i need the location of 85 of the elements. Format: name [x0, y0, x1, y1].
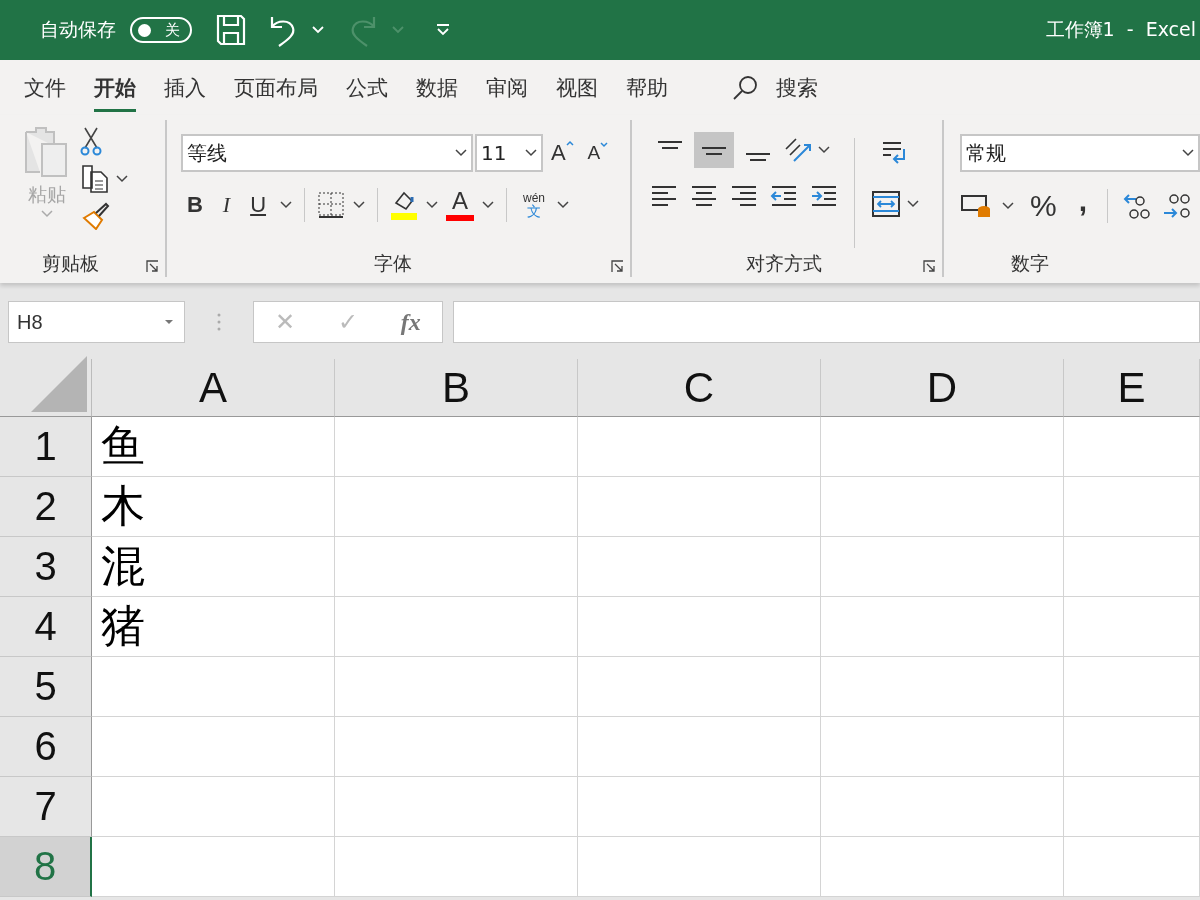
column-header[interactable]: B [335, 359, 578, 417]
row-header[interactable]: 6 [0, 717, 92, 777]
row-header[interactable]: 7 [0, 777, 92, 837]
caret-icon[interactable] [280, 201, 292, 209]
caret-icon[interactable] [906, 200, 919, 208]
increase-decimal-icon[interactable] [1122, 191, 1153, 221]
borders-icon[interactable] [317, 191, 345, 219]
caret-icon[interactable] [1002, 202, 1014, 210]
decrease-indent-icon[interactable] [769, 184, 798, 208]
phonetic-guide-button[interactable]: wén 文 [519, 192, 550, 218]
ribbon-tab[interactable]: 公式 [332, 67, 402, 108]
table-cell: 木 [92, 477, 335, 537]
ribbon-tab[interactable]: 文件 [10, 67, 80, 108]
ribbon-tab[interactable]: 数据 [402, 67, 472, 108]
paintbrush-icon[interactable] [80, 202, 110, 230]
shrink-font-button[interactable]: A [581, 142, 615, 164]
vertical-align-button[interactable] [693, 132, 734, 168]
column-header[interactable]: A [92, 359, 335, 417]
caret-icon[interactable] [524, 149, 537, 157]
window-title: 工作簿1 - Excel [1045, 17, 1196, 42]
insert-function-button[interactable]: fx [394, 307, 427, 337]
ribbon-tab[interactable]: 视图 [542, 67, 612, 108]
row-header[interactable]: 5 [0, 657, 92, 717]
dialog-launcher-icon[interactable] [923, 260, 936, 273]
scissors-icon[interactable] [80, 126, 102, 156]
align-center-icon[interactable] [689, 184, 718, 208]
formula-input[interactable] [453, 301, 1200, 343]
ribbon-tab[interactable]: 插入 [150, 67, 220, 108]
underline-button[interactable]: U [244, 192, 272, 218]
currency-icon[interactable] [960, 192, 992, 220]
autosave-label: 自动保存 [40, 17, 116, 42]
percent-button[interactable]: % [1024, 189, 1063, 223]
caret-icon[interactable] [116, 175, 128, 183]
ribbon-tab[interactable]: 页面布局 [220, 67, 332, 108]
dialog-launcher-icon[interactable] [610, 260, 624, 273]
customize-toolbar-icon[interactable] [436, 23, 450, 37]
save-icon[interactable] [216, 14, 246, 46]
table-cell: 混 [92, 537, 335, 597]
ribbon-tab[interactable]: 帮助 [612, 67, 682, 108]
increase-indent-icon[interactable] [809, 184, 838, 208]
search-icon[interactable] [732, 74, 758, 101]
caret-icon[interactable] [164, 319, 174, 325]
copy-icon[interactable] [80, 164, 110, 194]
caret-icon [600, 142, 609, 148]
bold-button[interactable]: B [180, 192, 209, 218]
group-label: 字体 [373, 251, 414, 276]
align-left-icon[interactable] [649, 184, 678, 208]
column-header[interactable]: D [821, 359, 1064, 417]
caret-up-icon [565, 140, 574, 146]
grow-font-button[interactable]: A [544, 140, 580, 166]
fill-color-icon[interactable] [390, 189, 418, 221]
align-right-icon[interactable] [729, 184, 758, 208]
font-name-dropdown[interactable]: 等线 [180, 134, 473, 172]
decrease-decimal-icon[interactable] [1162, 191, 1193, 221]
column-header[interactable]: C [578, 359, 821, 417]
table-cell: 猪 [92, 597, 335, 657]
ribbon-tab[interactable]: 审阅 [472, 67, 542, 108]
row-header[interactable]: 3 [0, 537, 92, 597]
autosave-toggle[interactable]: 关 [130, 17, 192, 43]
column-header[interactable]: E [1064, 359, 1200, 417]
drag-handle-icon[interactable] [217, 312, 221, 332]
caret-icon[interactable] [353, 201, 365, 209]
table-cell: 鱼 [92, 417, 335, 477]
group-label: 数字 [1010, 251, 1050, 276]
name-box[interactable]: H8 [8, 301, 185, 343]
font-size-dropdown[interactable]: 11 [474, 134, 543, 172]
group-label: 剪贴板 [40, 251, 100, 276]
caret-icon[interactable] [557, 201, 570, 209]
font-color-button[interactable]: A [446, 189, 474, 221]
search-label[interactable]: 搜索 [776, 73, 818, 102]
comma-style-button[interactable]: , [1072, 184, 1094, 228]
caret-icon[interactable] [482, 201, 494, 209]
group-label: 对齐方式 [744, 251, 823, 276]
caret-icon[interactable] [1182, 149, 1194, 157]
merge-cells-icon[interactable] [870, 190, 901, 218]
caret-icon[interactable] [454, 149, 467, 157]
caret-icon[interactable] [426, 201, 438, 209]
dialog-launcher-icon[interactable] [145, 260, 159, 273]
row-header[interactable]: 1 [0, 417, 92, 477]
italic-button[interactable]: I [216, 192, 237, 218]
number-format-dropdown[interactable]: 常规 [960, 134, 1200, 172]
row-header[interactable]: 4 [0, 597, 92, 657]
row-header[interactable]: 2 [0, 477, 92, 537]
caret-icon[interactable] [817, 146, 830, 154]
row-header[interactable]: 8 [0, 837, 92, 897]
